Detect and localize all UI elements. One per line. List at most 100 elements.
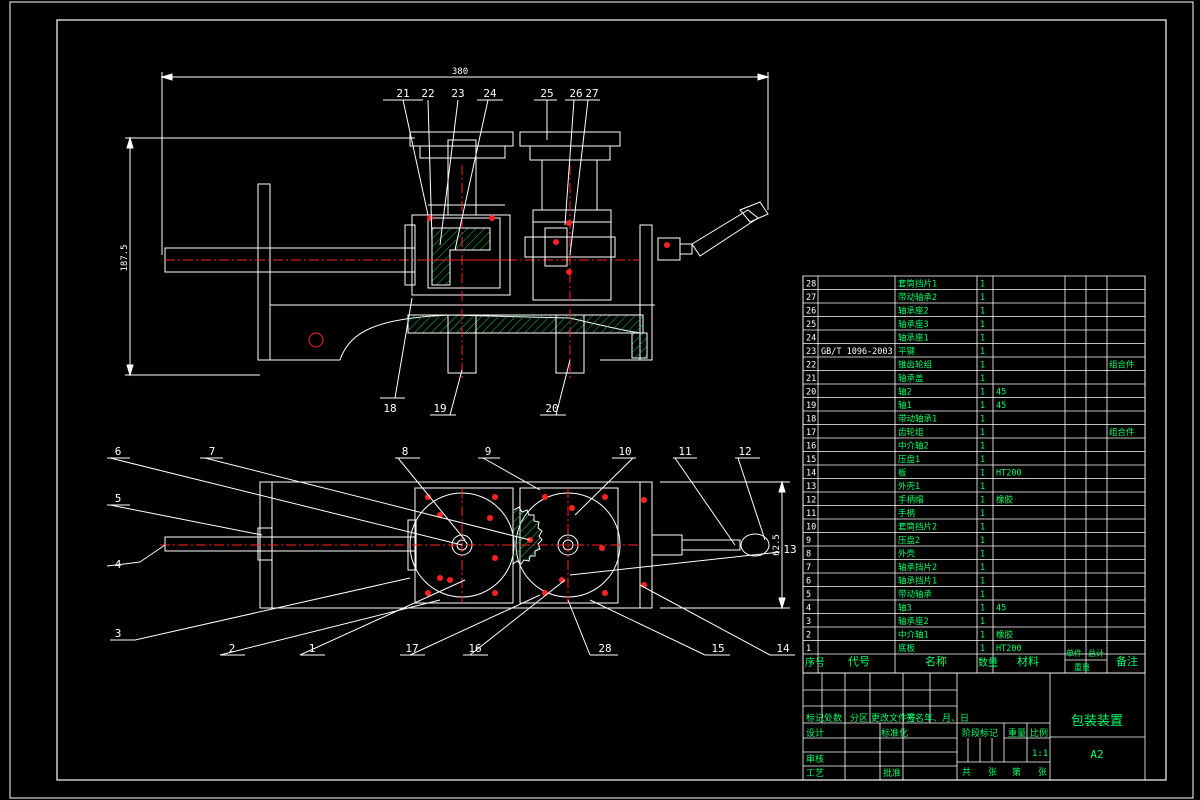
drawing-title: 包装装置 xyxy=(1071,714,1123,729)
bom-cell-name: 轴承座2 xyxy=(898,306,929,317)
bom-cell-no: 5 xyxy=(806,590,811,600)
bom-row: 16 中介轴2 1 xyxy=(806,441,985,452)
bom-cell-no: 10 xyxy=(806,523,816,533)
bom-header-code: 代号 xyxy=(848,655,870,668)
bom-cell-qty: 1 xyxy=(980,361,985,371)
bom-cell-no: 27 xyxy=(806,293,816,303)
bom-cell-material: 45 xyxy=(996,388,1006,398)
bom-cell-no: 7 xyxy=(806,563,811,573)
bom-cell-name: 外壳 xyxy=(898,549,916,560)
bom-cell-no: 1 xyxy=(806,644,811,654)
bom-header-no: 序号 xyxy=(805,656,825,669)
bom-header-weight: 重量 xyxy=(1074,662,1090,672)
bom-cell-no: 19 xyxy=(806,401,816,411)
bom-cell-qty: 1 xyxy=(980,482,985,492)
balloon-21: 21 xyxy=(396,87,409,100)
bom-cell-no: 25 xyxy=(806,320,816,330)
bom-cell-qty: 1 xyxy=(980,334,985,344)
bom-row: 11 手柄 1 xyxy=(806,508,985,519)
bom-cell-no: 9 xyxy=(806,536,811,546)
bom-cell-qty: 1 xyxy=(980,523,985,533)
balloon-9: 9 xyxy=(485,445,492,458)
tb-date: 年、月、日 xyxy=(924,712,969,724)
balloon-17: 17 xyxy=(405,642,418,655)
bom-cell-name: 轴2 xyxy=(898,387,912,398)
bom-row: 6 轴承挡片1 1 xyxy=(806,576,985,587)
tb-sheets1: 张 xyxy=(988,767,997,778)
balloon-2: 2 xyxy=(229,642,236,655)
bom-cell-no: 22 xyxy=(806,361,816,371)
bom-row: 3 轴承座2 1 xyxy=(806,616,985,627)
bom-cell-material: HT200 xyxy=(996,644,1022,654)
bom-row: 4 轴3 1 45 xyxy=(806,603,1006,614)
bom-cell-material: HT200 xyxy=(996,469,1022,479)
balloon-1: 1 xyxy=(309,642,316,655)
bom-header-total: 总计 xyxy=(1088,648,1104,658)
bom-cell-qty: 1 xyxy=(980,307,985,317)
bom-row: 14 板 1 HT200 xyxy=(806,468,1022,479)
bom-cell-qty: 1 xyxy=(980,509,985,519)
bom-cell-no: 18 xyxy=(806,415,816,425)
bom-row: 10 套筒挡片2 1 xyxy=(806,522,985,533)
bom-cell-name: 平键 xyxy=(898,346,916,357)
balloon-14: 14 xyxy=(776,642,790,655)
bom-cell-name: 手柄 xyxy=(898,508,916,519)
balloon-7: 7 xyxy=(209,445,216,458)
bom-cell-name: 板 xyxy=(898,468,907,479)
bom-cell-qty: 1 xyxy=(980,388,985,398)
bom-header-note: 备注 xyxy=(1116,654,1138,668)
bom-cell-qty: 1 xyxy=(980,536,985,546)
bom-row: 15 压盘1 1 xyxy=(806,454,985,465)
bom-row: 24 轴承座1 1 xyxy=(806,333,985,344)
tb-sheets2: 张 xyxy=(1038,767,1047,778)
balloon-24: 24 xyxy=(483,87,497,100)
bom-cell-no: 21 xyxy=(806,374,816,384)
bom-cell-qty: 1 xyxy=(980,469,985,479)
bom-cell-name: 轴承挡片1 xyxy=(898,576,937,587)
bom-cell-name: 压盘1 xyxy=(898,454,920,465)
bom-cell-material: 橡胶 xyxy=(996,630,1014,641)
bom-cell-no: 20 xyxy=(806,388,816,398)
balloon-5: 5 xyxy=(115,492,122,505)
balloon-13: 13 xyxy=(783,543,796,556)
bom-row: 21 轴承盖 1 xyxy=(806,373,985,384)
bom-cell-qty: 1 xyxy=(980,428,985,438)
tb-zone: 分区 xyxy=(850,713,868,724)
bom-row: 12 手柄帽 1 橡胶 xyxy=(806,495,1014,506)
bom-cell-material: 橡胶 xyxy=(996,495,1014,506)
bom-cell-no: 11 xyxy=(806,509,816,519)
bom-header-unit: 单件 xyxy=(1066,648,1082,658)
bom-cell-qty: 1 xyxy=(980,644,985,654)
inner-frame xyxy=(56,19,1167,781)
bom-header-material: 材料 xyxy=(1017,654,1039,668)
balloon-8: 8 xyxy=(402,445,409,458)
bom-cell-code: GB/T 1096-2003 xyxy=(821,347,893,357)
bom-cell-no: 3 xyxy=(806,617,811,627)
bom-cell-name: 套筒挡片2 xyxy=(898,522,937,533)
bom-cell-no: 17 xyxy=(806,428,816,438)
tb-mark: 标记 xyxy=(806,712,824,724)
tb-process: 工艺 xyxy=(806,768,824,779)
balloon-20: 20 xyxy=(545,402,558,415)
balloon-23: 23 xyxy=(451,87,464,100)
bom-cell-qty: 1 xyxy=(980,631,985,641)
bom-cell-qty: 1 xyxy=(980,496,985,506)
bom-row: 18 带动轴承1 1 xyxy=(806,414,985,425)
balloon-4: 4 xyxy=(115,558,122,571)
bom-cell-qty: 1 xyxy=(980,374,985,384)
bom-cell-material: 45 xyxy=(996,401,1006,411)
tb-count: 处数 xyxy=(824,712,842,724)
bom-cell-no: 15 xyxy=(806,455,816,465)
bom-cell-no: 26 xyxy=(806,307,816,317)
bom-cell-qty: 1 xyxy=(980,415,985,425)
balloon-11: 11 xyxy=(678,445,691,458)
bom-cell-qty: 1 xyxy=(980,577,985,587)
bom-cell-name: 中介轴2 xyxy=(898,441,929,452)
bom-cell-name: 压盘2 xyxy=(898,535,920,546)
balloon-15: 15 xyxy=(711,642,724,655)
bom-cell-qty: 1 xyxy=(980,617,985,627)
bom-cell-note: 组合件 xyxy=(1109,427,1135,438)
bom-cell-qty: 1 xyxy=(980,550,985,560)
bom-cell-name: 轴承座1 xyxy=(898,333,929,344)
balloon-19: 19 xyxy=(433,402,446,415)
